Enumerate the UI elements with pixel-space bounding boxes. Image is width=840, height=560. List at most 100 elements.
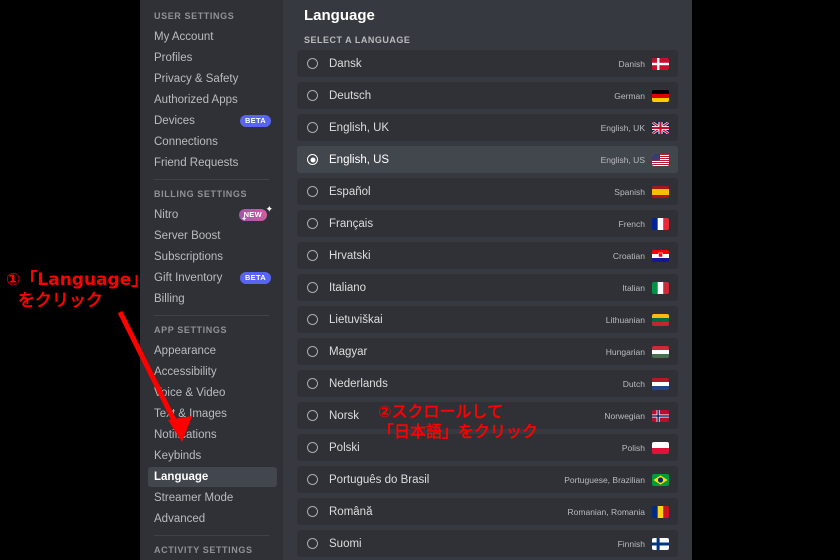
flag-icon-ro (652, 505, 669, 518)
language-option-row[interactable]: Français French (297, 210, 678, 237)
language-option-row[interactable]: Português do Brasil Portuguese, Brazilian (297, 466, 678, 493)
radio-button-icon[interactable] (307, 186, 318, 197)
sidebar-item-label: Streamer Mode (154, 492, 234, 504)
beta-badge: BETA (239, 272, 271, 284)
sidebar-item-label: Keybinds (154, 450, 202, 462)
sidebar-item-server-boost[interactable]: Server Boost (148, 226, 277, 246)
language-native-name: Suomi (329, 537, 362, 550)
sidebar-item-advanced[interactable]: Advanced (148, 509, 277, 529)
radio-button-icon[interactable] (307, 122, 318, 133)
language-native-name: Italiano (329, 281, 367, 294)
radio-button-icon[interactable] (307, 442, 318, 453)
sidebar-item-privacy-safety[interactable]: Privacy & Safety (148, 69, 277, 89)
flag-icon-br (652, 473, 669, 486)
language-english-name: Portuguese, Brazilian (564, 474, 645, 485)
sidebar-item-label: Billing (154, 293, 185, 305)
flag-icon-es (652, 185, 669, 198)
language-native-name: Nederlands (329, 377, 388, 390)
language-option-row[interactable]: Română Romanian, Romania (297, 498, 678, 525)
sidebar-item-text-images[interactable]: Text & Images (148, 404, 277, 424)
language-option-row[interactable]: Dansk Danish (297, 50, 678, 77)
language-native-name: English, UK (329, 121, 390, 134)
sidebar-item-appearance[interactable]: Appearance (148, 341, 277, 361)
flag-icon-gb (652, 121, 669, 134)
sidebar-item-profiles[interactable]: Profiles (148, 48, 277, 68)
sidebar-item-label: Gift Inventory (154, 272, 223, 284)
sidebar-item-label: Authorized Apps (154, 94, 238, 106)
sidebar-item-friend-requests[interactable]: Friend Requests (148, 153, 277, 173)
language-option-row[interactable]: Magyar Hungarian (297, 338, 678, 365)
language-option-row[interactable]: Italiano Italian (297, 274, 678, 301)
sidebar-item-nitro[interactable]: Nitro NEW ✦ ✦ (148, 205, 277, 225)
language-english-name: Croatian (612, 250, 645, 261)
language-english-name: Norwegian (604, 410, 645, 421)
radio-button-icon[interactable] (307, 58, 318, 69)
radio-button-icon[interactable] (307, 474, 318, 485)
radio-button-icon[interactable] (307, 282, 318, 293)
language-option-row[interactable]: Suomi Finnish (297, 530, 678, 557)
sidebar-item-keybinds[interactable]: Keybinds (148, 446, 277, 466)
sidebar-divider (154, 179, 269, 180)
language-option-row[interactable]: Español Spanish (297, 178, 678, 205)
settings-sidebar: USER SETTINGS My Account Profiles Privacy &… (140, 0, 283, 560)
language-option-row[interactable]: Nederlands Dutch (297, 370, 678, 397)
sidebar-item-gift-inventory[interactable]: Gift Inventory BETA (148, 268, 277, 288)
flag-icon-no (652, 409, 669, 422)
sidebar-item-label: My Account (154, 31, 214, 43)
radio-button-icon[interactable] (307, 410, 318, 421)
sidebar-item-label: Accessibility (154, 366, 217, 378)
flag-icon-lt (652, 313, 669, 326)
sidebar-item-devices[interactable]: Devices BETA (148, 111, 277, 131)
language-settings-panel: Language SELECT A LANGUAGE Dansk Danish De… (283, 0, 692, 560)
flag-icon-us (652, 153, 669, 166)
sidebar-item-label: Appearance (154, 345, 217, 357)
sidebar-item-accessibility[interactable]: Accessibility (148, 362, 277, 382)
sidebar-item-label: Notifications (154, 429, 217, 441)
language-option-row[interactable]: Deutsch German (297, 82, 678, 109)
page-title: Language (304, 7, 375, 24)
language-english-name: German (614, 90, 645, 101)
language-option-row[interactable]: Hrvatski Croatian (297, 242, 678, 269)
sidebar-section-header: APP SETTINGS (154, 325, 228, 335)
language-option-row[interactable]: Polski Polish (297, 434, 678, 461)
flag-icon-dk (652, 57, 669, 70)
sidebar-item-streamer-mode[interactable]: Streamer Mode (148, 488, 277, 508)
radio-button-icon[interactable] (307, 90, 318, 101)
radio-button-icon[interactable] (307, 250, 318, 261)
sidebar-item-label: Server Boost (154, 230, 221, 242)
radio-button-icon[interactable] (307, 378, 318, 389)
flag-icon-de (652, 89, 669, 102)
sidebar-item-label: Privacy & Safety (154, 73, 239, 85)
flag-icon-hr (652, 249, 669, 262)
language-native-name: English, US (329, 153, 390, 166)
language-option-row[interactable]: Lietuviškai Lithuanian (297, 306, 678, 333)
flag-icon-it (652, 281, 669, 294)
sidebar-item-subscriptions[interactable]: Subscriptions (148, 247, 277, 267)
sidebar-item-label: Advanced (154, 513, 206, 525)
radio-button-icon[interactable] (307, 506, 318, 517)
sidebar-item-label: Nitro (154, 209, 179, 221)
sidebar-item-connections[interactable]: Connections (148, 132, 277, 152)
language-native-name: Deutsch (329, 89, 372, 102)
sidebar-item-label: Profiles (154, 52, 193, 64)
language-option-row[interactable]: English, UK English, UK (297, 114, 678, 141)
sidebar-item-notifications[interactable]: Notifications (148, 425, 277, 445)
sidebar-section-header: ACTIVITY SETTINGS (154, 545, 253, 555)
radio-button-icon[interactable] (307, 538, 318, 549)
radio-button-icon[interactable] (307, 346, 318, 357)
language-english-name: English, UK (600, 122, 645, 133)
sidebar-item-authorized-apps[interactable]: Authorized Apps (148, 90, 277, 110)
radio-button-icon[interactable] (307, 218, 318, 229)
sidebar-item-label: Devices (154, 115, 195, 127)
sidebar-item-voice-video[interactable]: Voice & Video (148, 383, 277, 403)
radio-button-icon[interactable] (307, 154, 318, 165)
language-option-row[interactable]: English, US English, US (297, 146, 678, 173)
sidebar-divider (154, 315, 269, 316)
language-native-name: Norsk (329, 409, 360, 422)
sidebar-item-billing[interactable]: Billing (148, 289, 277, 309)
radio-button-icon[interactable] (307, 314, 318, 325)
sidebar-item-language[interactable]: Language (148, 467, 277, 487)
sidebar-item-my-account[interactable]: My Account (148, 27, 277, 47)
language-native-name: Español (329, 185, 371, 198)
language-option-row[interactable]: Norsk Norwegian (297, 402, 678, 429)
